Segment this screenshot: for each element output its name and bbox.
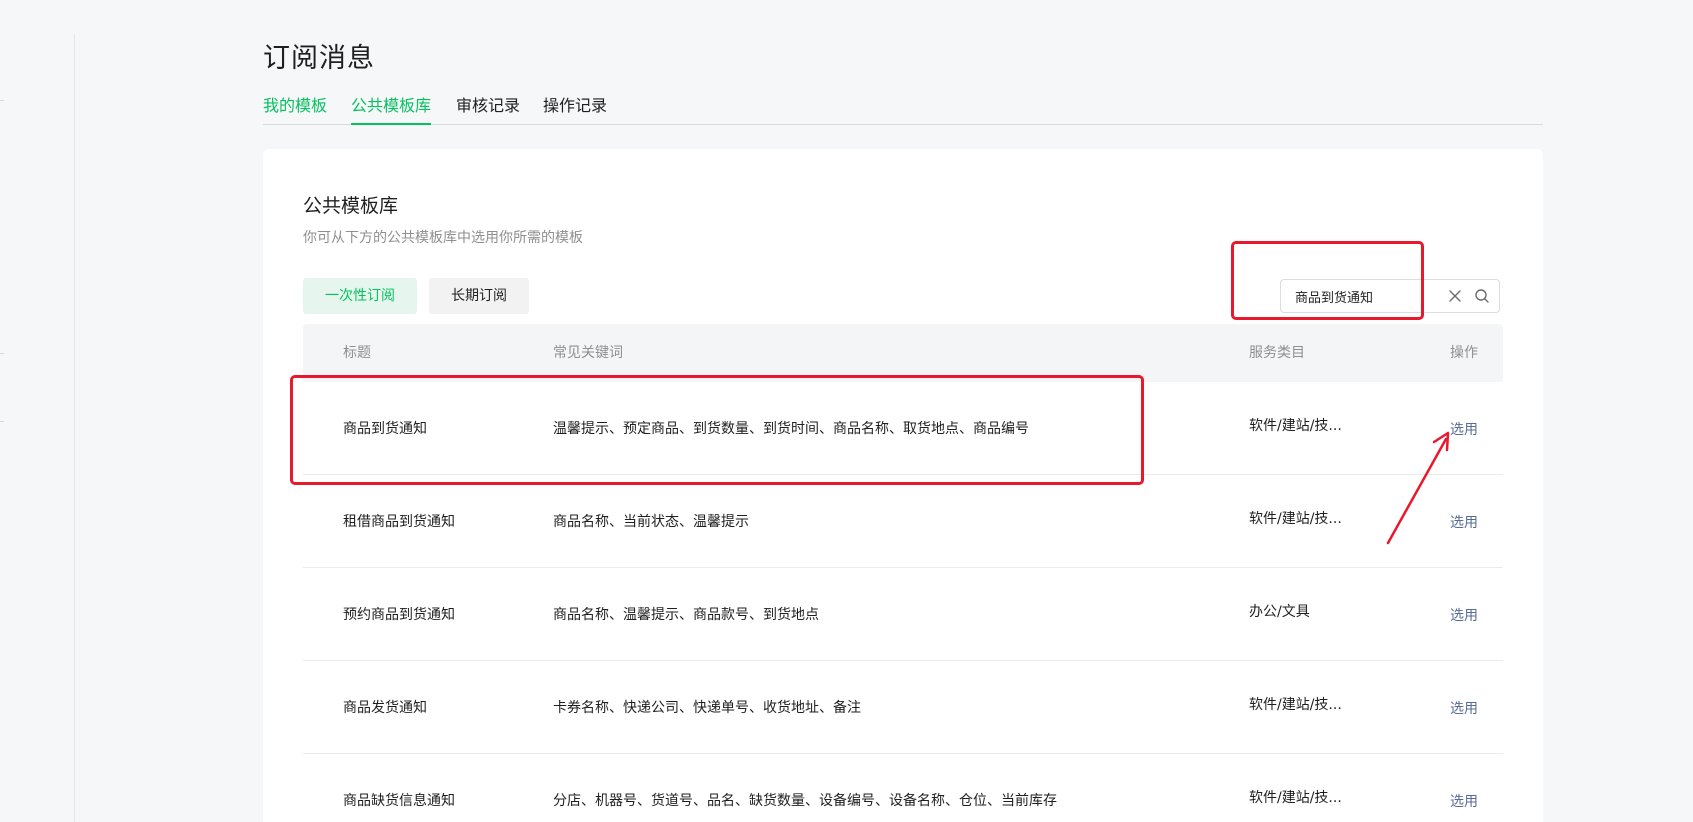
row-keywords: 分店、机器号、货道号、品名、缺货数量、设备编号、设备名称、仓位、当前库存 (553, 793, 1057, 809)
column-header-action: 操作 (1450, 345, 1478, 361)
tab-operation-records[interactable]: 操作记录 (543, 96, 607, 124)
column-header-keywords: 常见关键词 (553, 345, 623, 361)
select-template-link[interactable]: 选用 (1450, 605, 1478, 625)
filter-long-term-button[interactable]: 长期订阅 (429, 278, 529, 314)
row-title: 商品到货通知 (343, 421, 427, 437)
table-row: 商品发货通知 卡券名称、快递公司、快递单号、收货地址、备注 软件/建站/技...… (303, 661, 1503, 754)
tab-my-templates[interactable]: 我的模板 (263, 96, 327, 124)
left-sidebar-divider (74, 34, 75, 822)
table-header: 标题 常见关键词 服务类目 操作 (303, 324, 1503, 382)
row-keywords: 商品名称、温馨提示、商品款号、到货地点 (553, 607, 819, 623)
row-title: 商品发货通知 (343, 700, 427, 716)
page: 订阅消息 我的模板 公共模板库 审核记录 操作记录 公共模板库 你可从下方的公共… (0, 0, 1693, 822)
filter-one-time-button[interactable]: 一次性订阅 (303, 278, 417, 314)
select-template-link[interactable]: 选用 (1450, 791, 1478, 811)
row-keywords: 卡券名称、快递公司、快递单号、收货地址、备注 (553, 700, 861, 716)
sidebar-edge-tick (0, 421, 4, 422)
row-keywords: 温馨提示、预定商品、到货数量、到货时间、商品名称、取货地点、商品编号 (553, 421, 1029, 437)
row-category: 软件/建站/技... (1249, 511, 1342, 527)
table-row: 商品缺货信息通知 分店、机器号、货道号、品名、缺货数量、设备编号、设备名称、仓位… (303, 754, 1503, 822)
row-category: 软件/建站/技... (1249, 418, 1342, 434)
row-category: 软件/建站/技... (1249, 697, 1342, 713)
search-box (1280, 279, 1500, 313)
table-row: 预约商品到货通知 商品名称、温馨提示、商品款号、到货地点 办公/文具 选用 (303, 568, 1503, 661)
tab-review-records[interactable]: 审核记录 (456, 96, 520, 124)
library-card: 公共模板库 你可从下方的公共模板库中选用你所需的模板 一次性订阅 长期订阅 标题… (263, 149, 1543, 822)
row-keywords: 商品名称、当前状态、温馨提示 (553, 514, 749, 530)
close-icon[interactable] (1447, 288, 1463, 304)
select-template-link[interactable]: 选用 (1450, 512, 1478, 532)
template-table: 标题 常见关键词 服务类目 操作 商品到货通知 温馨提示、预定商品、到货数量、到… (303, 324, 1503, 822)
row-title: 租借商品到货通知 (343, 514, 455, 530)
sidebar-edge-tick (0, 100, 4, 101)
select-template-link[interactable]: 选用 (1450, 698, 1478, 718)
table-row: 商品到货通知 温馨提示、预定商品、到货数量、到货时间、商品名称、取货地点、商品编… (303, 382, 1503, 475)
page-title: 订阅消息 (263, 43, 375, 74)
tab-public-library[interactable]: 公共模板库 (351, 96, 432, 125)
row-title: 商品缺货信息通知 (343, 793, 455, 809)
column-header-category: 服务类目 (1249, 345, 1305, 361)
sidebar-edge-tick (0, 353, 4, 354)
section-description: 你可从下方的公共模板库中选用你所需的模板 (303, 230, 583, 246)
column-header-title: 标题 (343, 345, 371, 361)
section-title: 公共模板库 (303, 195, 399, 217)
row-category: 软件/建站/技... (1249, 790, 1342, 806)
row-category: 办公/文具 (1249, 604, 1310, 620)
search-input[interactable] (1295, 280, 1445, 312)
table-row: 租借商品到货通知 商品名称、当前状态、温馨提示 软件/建站/技... 选用 (303, 475, 1503, 568)
select-template-link[interactable]: 选用 (1450, 419, 1478, 439)
row-title: 预约商品到货通知 (343, 607, 455, 623)
tab-bar: 我的模板 公共模板库 审核记录 操作记录 (263, 96, 1543, 125)
search-icon[interactable] (1474, 288, 1490, 304)
